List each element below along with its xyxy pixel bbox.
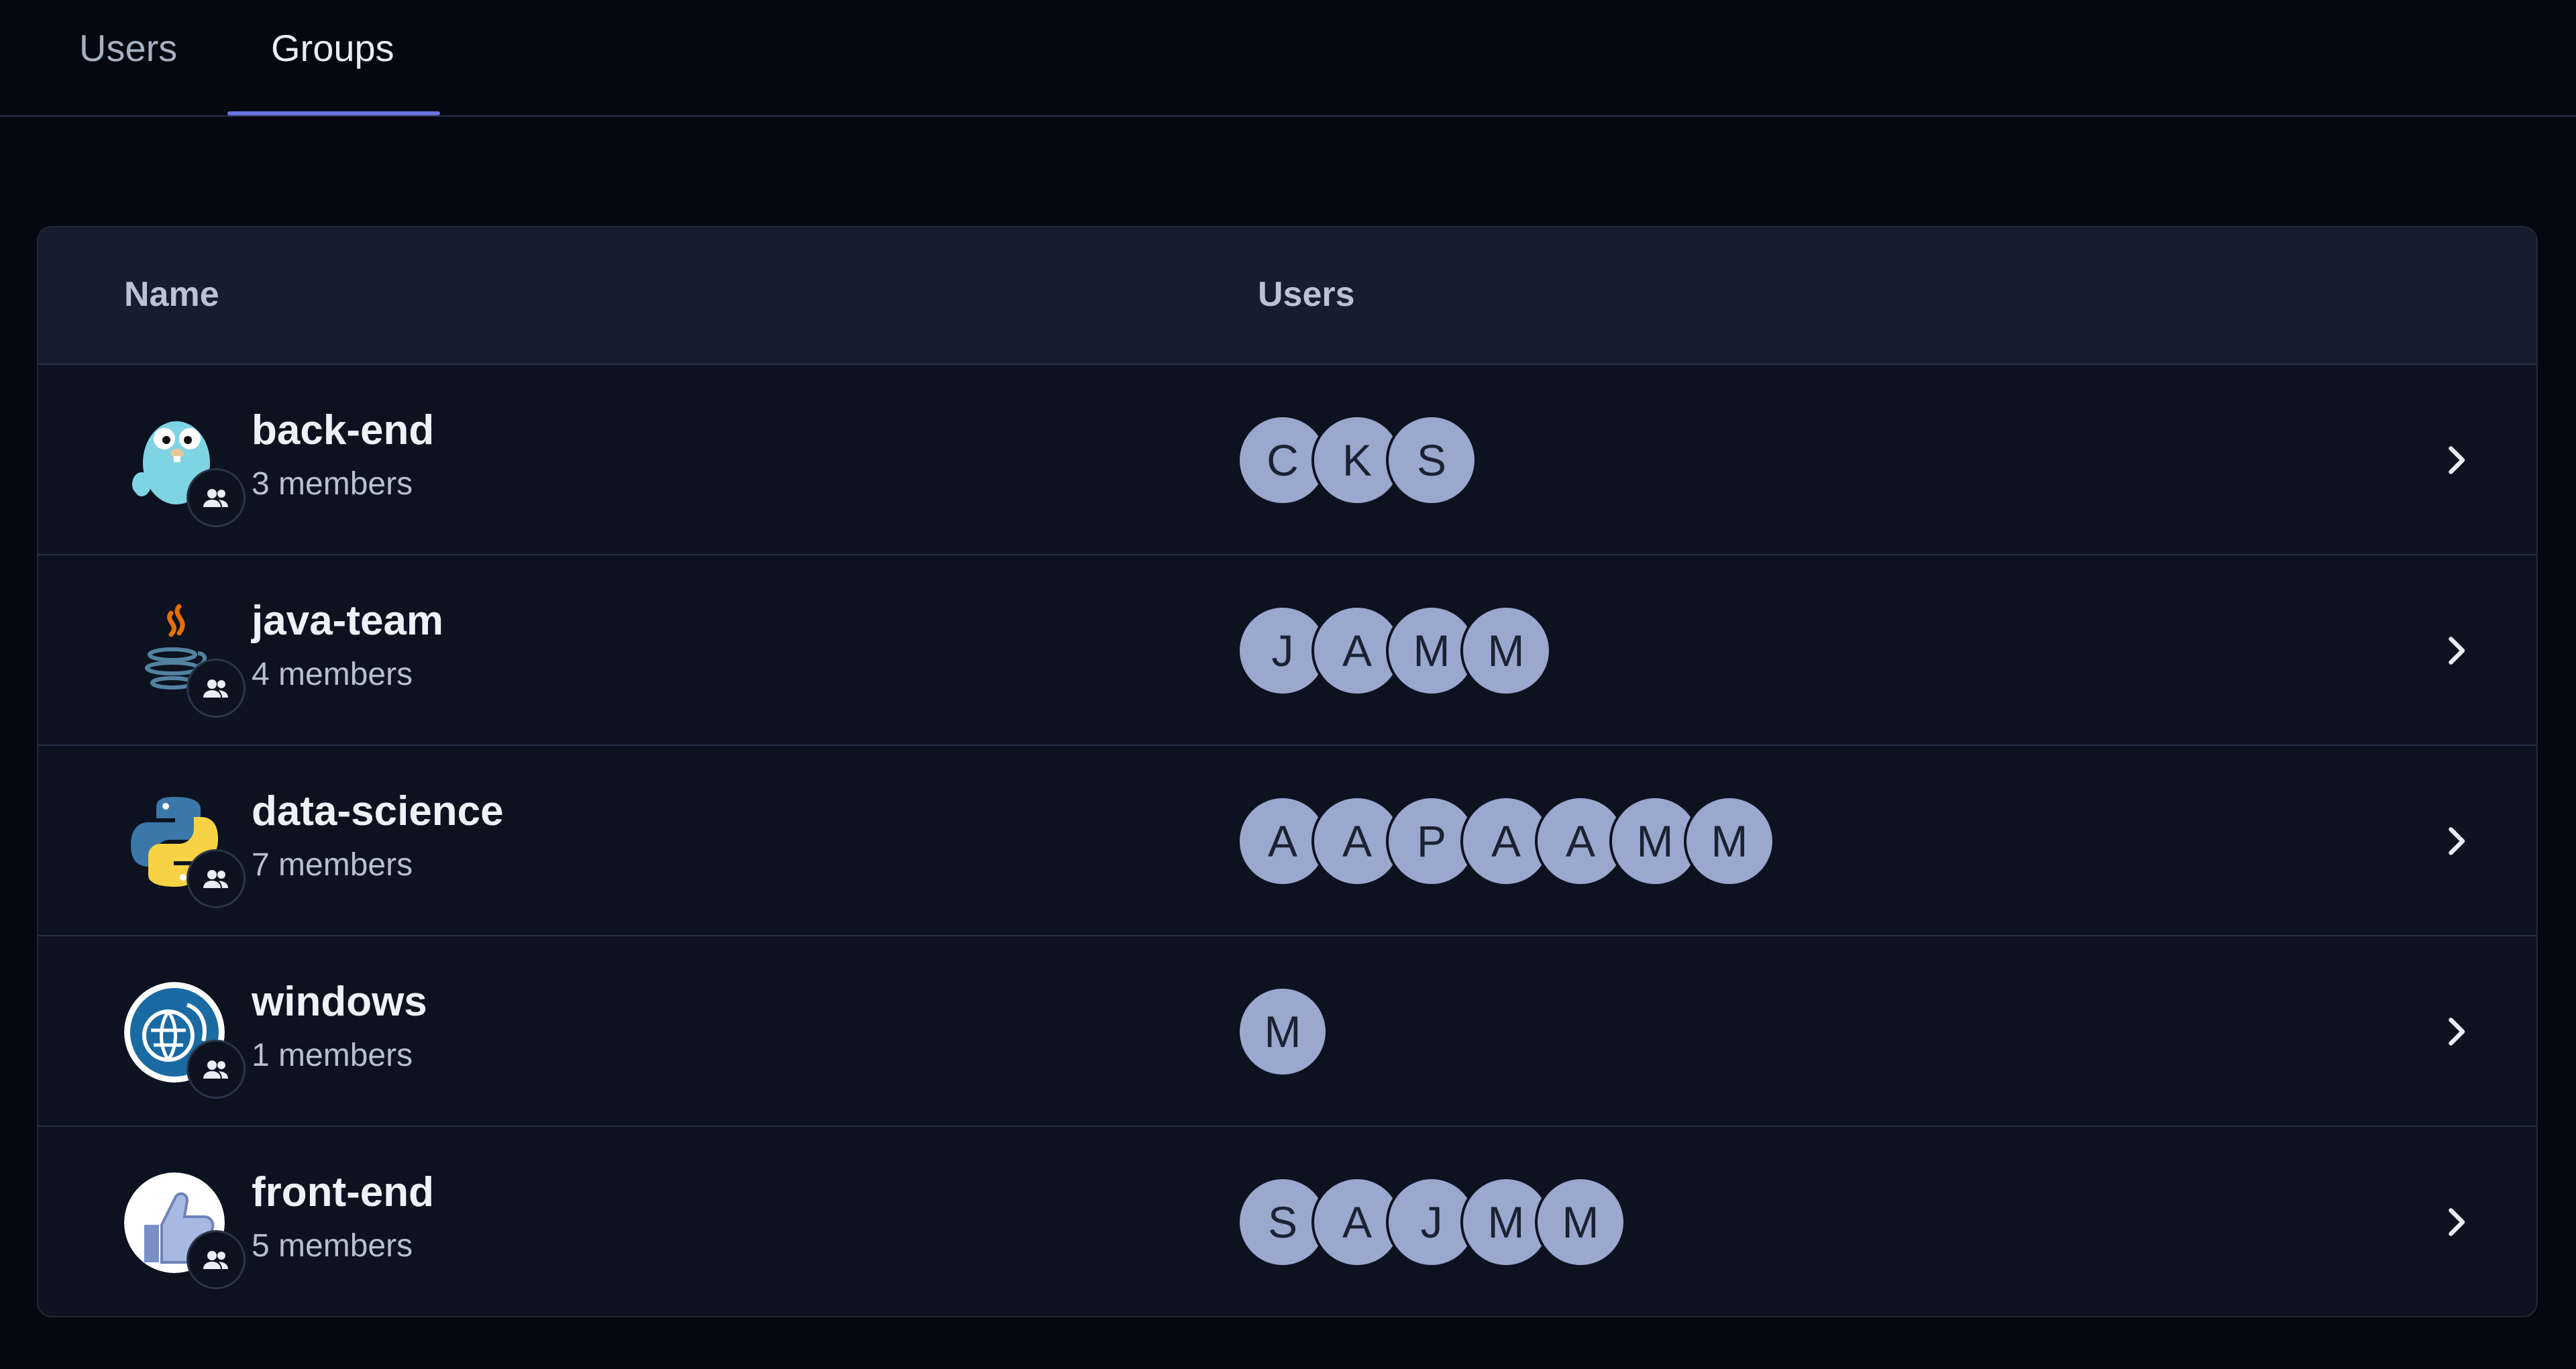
chevron-right-icon[interactable] [2436,1011,2476,1052]
group-name: back-end [252,407,435,453]
group-avatar-wrap [124,982,246,1099]
member-count: 5 members [252,1228,413,1264]
group-avatar-wrap [124,791,246,908]
member-count: 4 members [252,657,413,692]
user-avatar[interactable]: M [1684,796,1775,887]
user-avatar[interactable]: M [1237,986,1328,1077]
user-avatar[interactable]: M [1460,605,1552,696]
group-name: data-science [252,788,504,834]
table-row[interactable]: back-end 3 members C K S [38,365,2536,555]
table-row[interactable]: data-science 7 members A A P A A M M [38,746,2536,936]
member-count: 7 members [252,847,413,883]
user-avatar[interactable]: S [1386,415,1477,506]
groups-table: Name Users back-end 3 members C K S java… [37,226,2538,1317]
tab-users[interactable]: Users [79,24,177,72]
app-frame: Users Groups Name Users back-end 3 membe… [0,0,2576,1369]
user-avatar[interactable]: M [1535,1176,1626,1268]
chevron-right-icon[interactable] [2436,440,2476,480]
group-badge-icon [186,659,246,718]
table-header: Name Users [38,227,2536,365]
column-header-users: Users [1258,275,1355,314]
group-avatar-wrap [124,1172,246,1289]
table-row[interactable]: java-team 4 members J A M M [38,555,2536,746]
group-name: java-team [252,598,444,644]
column-header-name: Name [124,275,219,314]
chevron-right-icon[interactable] [2436,821,2476,861]
group-name: windows [252,979,427,1025]
tab-bar: Users Groups [0,0,2576,117]
active-tab-indicator [227,111,440,115]
group-badge-icon [186,468,246,527]
member-count: 3 members [252,466,413,502]
table-row[interactable]: windows 1 members M [38,936,2536,1127]
chevron-right-icon[interactable] [2436,1202,2476,1242]
member-count: 1 members [252,1038,413,1073]
group-avatar-wrap [124,601,246,718]
group-badge-icon [186,1040,246,1099]
group-badge-icon [186,849,246,908]
tab-groups[interactable]: Groups [271,24,394,72]
chevron-right-icon[interactable] [2436,631,2476,671]
group-avatar-wrap [124,410,246,527]
group-badge-icon [186,1230,246,1289]
table-row[interactable]: front-end 5 members S A J M M [38,1127,2536,1316]
group-name: front-end [252,1169,435,1215]
